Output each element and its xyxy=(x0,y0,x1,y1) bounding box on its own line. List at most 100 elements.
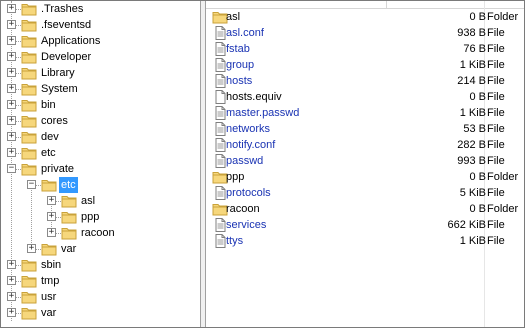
tree-item[interactable]: + bin xyxy=(7,97,197,113)
expand-toggle[interactable]: + xyxy=(7,292,16,301)
tree-item[interactable]: + var xyxy=(7,305,197,321)
tree-item-label[interactable]: System xyxy=(41,81,78,97)
file-row[interactable]: fstab 76 B File xyxy=(206,41,524,57)
collapse-toggle[interactable]: − xyxy=(27,180,36,189)
file-name[interactable]: asl.conf xyxy=(226,25,264,41)
file-name[interactable]: group xyxy=(226,57,254,73)
file-row[interactable]: racoon 0 B Folder xyxy=(206,201,524,217)
folder-icon xyxy=(21,274,37,288)
header-separator[interactable] xyxy=(386,1,387,8)
file-row[interactable]: group 1 KiB File xyxy=(206,57,524,73)
tree-item[interactable]: + var xyxy=(27,241,197,257)
tree-item[interactable]: + Developer xyxy=(7,49,197,65)
expand-toggle[interactable]: + xyxy=(7,36,16,45)
tree-item-label[interactable]: etc xyxy=(41,145,56,161)
file-name[interactable]: passwd xyxy=(226,153,263,169)
tree-item-label[interactable]: var xyxy=(41,305,56,321)
file-type: File xyxy=(487,155,505,167)
expand-toggle[interactable]: + xyxy=(7,132,16,141)
expand-toggle[interactable]: + xyxy=(7,276,16,285)
expand-toggle[interactable]: + xyxy=(7,100,16,109)
tree-item-label[interactable]: .fseventsd xyxy=(41,17,91,33)
expand-toggle[interactable]: + xyxy=(27,244,36,253)
file-name[interactable]: notify.conf xyxy=(226,137,275,153)
tree-item[interactable]: + etc xyxy=(7,145,197,161)
tree-item[interactable]: + Library xyxy=(7,65,197,81)
tree-item[interactable]: + sbin xyxy=(7,257,197,273)
expand-toggle[interactable]: + xyxy=(7,68,16,77)
tree-item[interactable]: + .fseventsd xyxy=(7,17,197,33)
tree-item-label[interactable]: .Trashes xyxy=(41,1,83,17)
tree-guide-line xyxy=(16,153,21,154)
expand-toggle[interactable]: + xyxy=(7,4,16,13)
tree-item[interactable]: + System xyxy=(7,81,197,97)
file-name[interactable]: protocols xyxy=(226,185,271,201)
expand-toggle[interactable]: + xyxy=(47,212,56,221)
tree-item[interactable]: − private xyxy=(7,161,197,177)
file-name[interactable]: hosts xyxy=(226,73,252,89)
expand-toggle[interactable]: + xyxy=(7,116,16,125)
expand-toggle[interactable]: + xyxy=(7,52,16,61)
tree-item[interactable]: + asl xyxy=(47,193,197,209)
file-name[interactable]: services xyxy=(226,217,266,233)
collapse-toggle[interactable]: − xyxy=(7,164,16,173)
file-name[interactable]: master.passwd xyxy=(226,105,299,121)
file-name[interactable]: racoon xyxy=(226,201,260,217)
folder-tree[interactable]: + .Trashes + .fseventsd + Applications + Develo… xyxy=(1,1,200,327)
tree-item-label[interactable]: tmp xyxy=(41,273,59,289)
tree-item[interactable]: + .Trashes xyxy=(7,1,197,17)
tree-item-label[interactable]: private xyxy=(41,161,74,177)
tree-item-label[interactable]: ppp xyxy=(81,209,99,225)
file-row[interactable]: hosts 214 B File xyxy=(206,73,524,89)
tree-item-label[interactable]: sbin xyxy=(41,257,61,273)
file-name[interactable]: ppp xyxy=(226,169,244,185)
tree-item[interactable]: + dev xyxy=(7,129,197,145)
tree-item-label[interactable]: Library xyxy=(41,65,75,81)
expand-toggle[interactable]: + xyxy=(7,308,16,317)
file-name[interactable]: networks xyxy=(226,121,270,137)
expand-toggle[interactable]: + xyxy=(7,260,16,269)
file-name[interactable]: asl xyxy=(226,9,240,25)
file-name[interactable]: fstab xyxy=(226,41,250,57)
file-row[interactable]: passwd 993 B File xyxy=(206,153,524,169)
tree-item-label[interactable]: usr xyxy=(41,289,56,305)
file-row[interactable]: ppp 0 B Folder xyxy=(206,169,524,185)
tree-item[interactable]: + Applications xyxy=(7,33,197,49)
file-row[interactable]: protocols 5 KiB File xyxy=(206,185,524,201)
expand-toggle[interactable]: + xyxy=(7,20,16,29)
tree-item-label[interactable]: Applications xyxy=(41,33,100,49)
file-row[interactable]: asl 0 B Folder xyxy=(206,9,524,25)
tree-item-label[interactable]: dev xyxy=(41,129,59,145)
tree-item[interactable]: + ppp xyxy=(47,209,197,225)
tree-item-label[interactable]: Developer xyxy=(41,49,91,65)
tree-item[interactable]: + racoon xyxy=(47,225,197,241)
expand-toggle[interactable]: + xyxy=(7,148,16,157)
file-row[interactable]: networks 53 B File xyxy=(206,121,524,137)
expand-toggle[interactable]: + xyxy=(47,196,56,205)
file-name[interactable]: hosts.equiv xyxy=(226,89,282,105)
file-row[interactable]: asl.conf 938 B File xyxy=(206,25,524,41)
tree-item[interactable]: + cores xyxy=(7,113,197,129)
tree-item-label[interactable]: var xyxy=(61,241,76,257)
file-row[interactable]: ttys 1 KiB File xyxy=(206,233,524,249)
file-row[interactable]: master.passwd 1 KiB File xyxy=(206,105,524,121)
tree-item-label[interactable]: etc xyxy=(59,177,78,193)
tree-item[interactable]: + usr xyxy=(7,289,197,305)
file-row[interactable]: hosts.equiv 0 B File xyxy=(206,89,524,105)
tree-item-label[interactable]: cores xyxy=(41,113,68,129)
tree-item[interactable]: + tmp xyxy=(7,273,197,289)
file-size: 5 KiB xyxy=(459,187,486,199)
list-header[interactable] xyxy=(206,1,524,9)
expand-toggle[interactable]: + xyxy=(47,228,56,237)
file-row[interactable]: services 662 KiB File xyxy=(206,217,524,233)
expand-toggle[interactable]: + xyxy=(7,84,16,93)
file-row[interactable]: notify.conf 282 B File xyxy=(206,137,524,153)
file-size: 993 B xyxy=(457,155,486,167)
tree-item-label[interactable]: racoon xyxy=(81,225,115,241)
tree-guide-line xyxy=(16,9,21,10)
tree-item-label[interactable]: bin xyxy=(41,97,56,113)
file-name[interactable]: ttys xyxy=(226,233,243,249)
tree-item-label[interactable]: asl xyxy=(81,193,95,209)
tree-item[interactable]: − etc xyxy=(27,177,197,193)
file-list[interactable]: asl 0 B Folder asl.conf 938 B File fstab 76 B Fi… xyxy=(206,1,524,327)
